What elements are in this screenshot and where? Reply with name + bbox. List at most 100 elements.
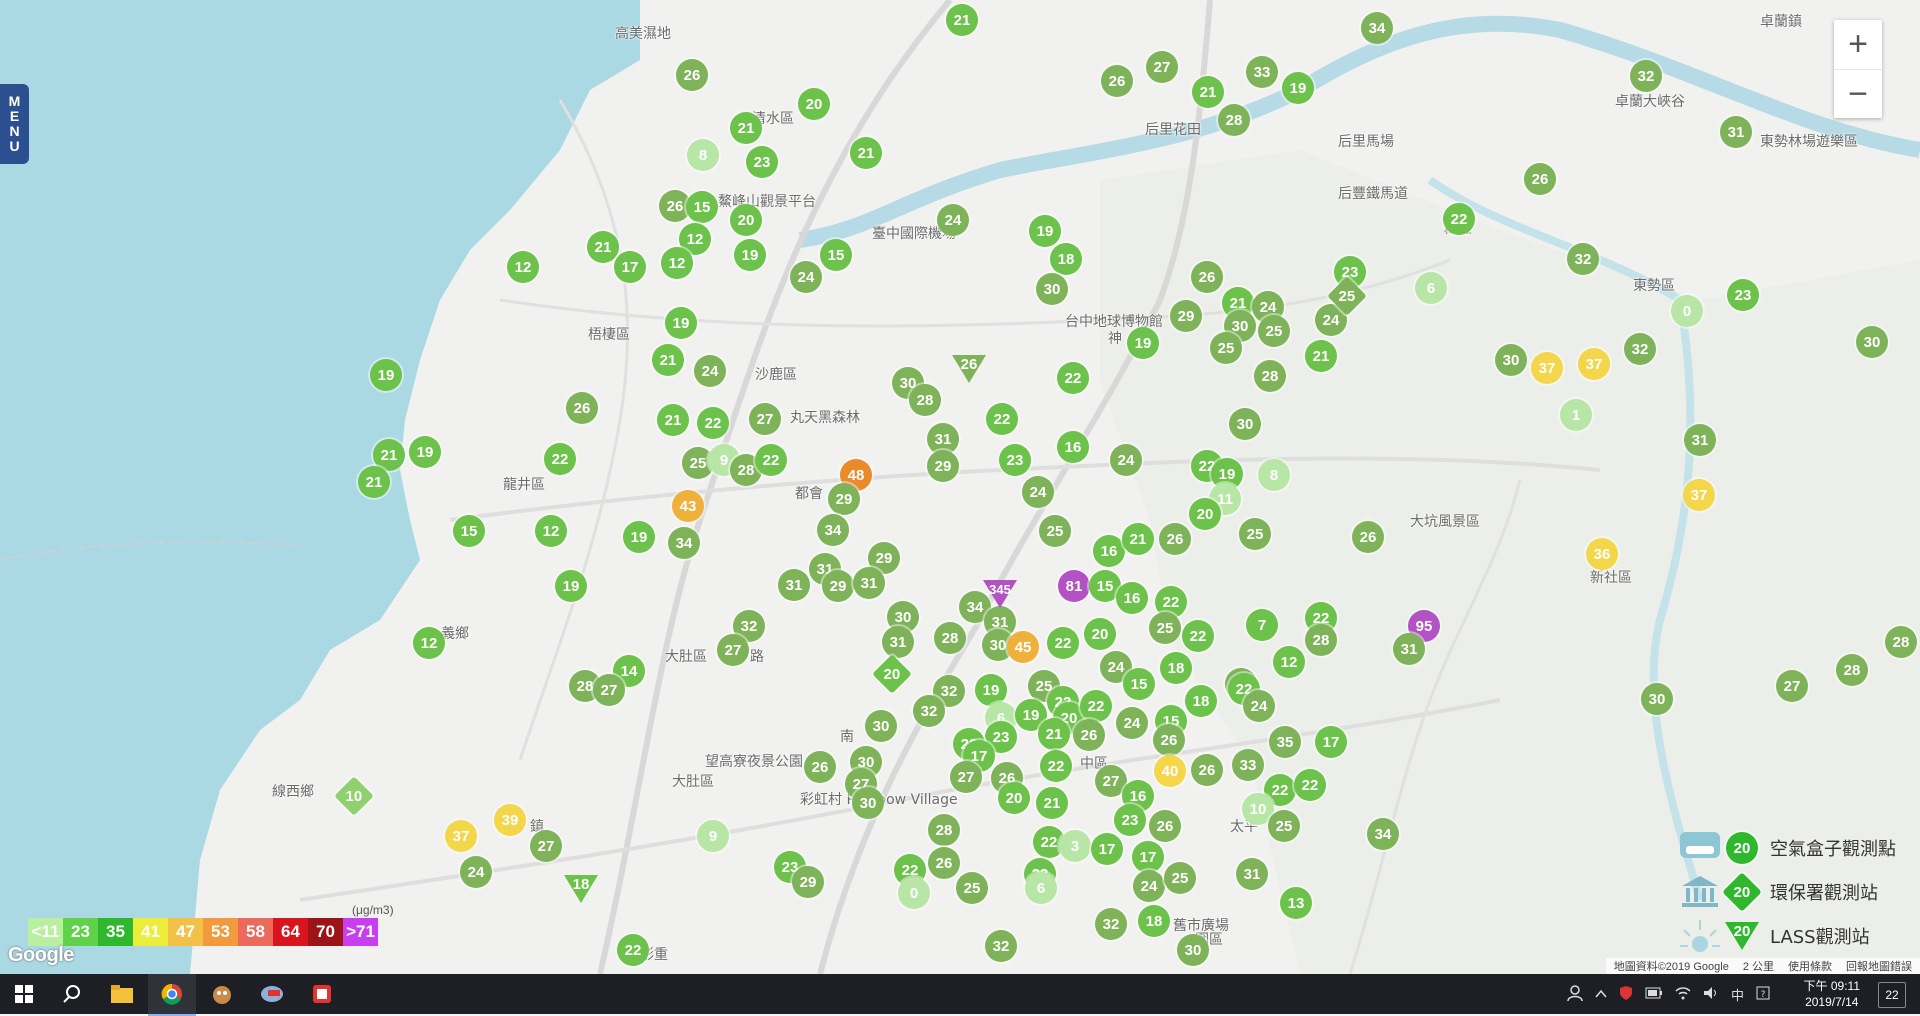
airbox-marker[interactable]: 31 — [1684, 424, 1716, 456]
airbox-marker[interactable]: 29 — [927, 450, 959, 482]
airbox-marker[interactable]: 26 — [804, 751, 836, 783]
airbox-marker[interactable]: 30 — [1641, 683, 1673, 715]
airbox-marker[interactable]: 31 — [778, 569, 810, 601]
airbox-marker[interactable]: 19 — [409, 436, 441, 468]
airbox-marker[interactable]: 32 — [1630, 60, 1662, 92]
airbox-marker[interactable]: 26 — [1149, 810, 1181, 842]
airbox-marker[interactable]: 22 — [1294, 769, 1326, 801]
user-icon[interactable] — [1567, 984, 1583, 1004]
airbox-marker[interactable]: 37 — [1578, 348, 1610, 380]
airbox-marker[interactable]: 24 — [694, 355, 726, 387]
airbox-marker[interactable]: 18 — [1185, 685, 1217, 717]
airbox-marker[interactable]: 30 — [1495, 344, 1527, 376]
airbox-marker[interactable]: 22 — [1080, 690, 1112, 722]
airbox-marker[interactable]: 20 — [798, 88, 830, 120]
airbox-marker[interactable]: 24 — [1022, 476, 1054, 508]
airbox-marker[interactable]: 81 — [1058, 570, 1090, 602]
airbox-marker[interactable]: 26 — [676, 59, 708, 91]
airbox-marker[interactable]: 34 — [668, 527, 700, 559]
airbox-marker[interactable]: 27 — [749, 403, 781, 435]
airbox-marker[interactable]: 21 — [850, 137, 882, 169]
airbox-marker[interactable]: 31 — [1236, 858, 1268, 890]
airbox-marker[interactable]: 25 — [1268, 810, 1300, 842]
airbox-marker[interactable]: 21 — [946, 4, 978, 36]
airbox-marker[interactable]: 33 — [1232, 749, 1264, 781]
airbox-marker[interactable]: 7 — [1246, 609, 1278, 641]
airbox-marker[interactable]: 37 — [1683, 479, 1715, 511]
report-error-link[interactable]: 回報地圖錯誤 — [1846, 958, 1912, 974]
airbox-marker[interactable]: 21 — [1192, 76, 1224, 108]
airbox-marker[interactable]: 12 — [535, 515, 567, 547]
airbox-marker[interactable]: 25 — [1039, 515, 1071, 547]
airbox-marker[interactable]: 0 — [1671, 295, 1703, 327]
airbox-marker[interactable]: 6 — [1415, 272, 1447, 304]
airbox-marker[interactable]: 19 — [734, 239, 766, 271]
airbox-marker[interactable]: 22 — [1047, 627, 1079, 659]
airbox-marker[interactable]: 25 — [1210, 332, 1242, 364]
airbox-marker[interactable]: 30 — [865, 710, 897, 742]
airbox-marker[interactable]: 29 — [792, 866, 824, 898]
airbox-marker[interactable]: 36 — [1586, 538, 1618, 570]
terms-link[interactable]: 使用條款 — [1788, 958, 1832, 974]
airbox-marker[interactable]: 26 — [1524, 163, 1556, 195]
airbox-marker[interactable]: 17 — [1315, 726, 1347, 758]
app-icon[interactable] — [248, 974, 296, 1014]
airbox-marker[interactable]: 6 — [1025, 872, 1057, 904]
airbox-marker[interactable]: 3 — [1059, 830, 1091, 862]
airbox-marker[interactable]: 25 — [956, 872, 988, 904]
airbox-marker[interactable]: 19 — [1029, 215, 1061, 247]
airbox-marker[interactable]: 21 — [1305, 340, 1337, 372]
airbox-marker[interactable]: 32 — [1624, 333, 1656, 365]
airbox-marker[interactable]: 27 — [717, 634, 749, 666]
airbox-marker[interactable]: 27 — [593, 674, 625, 706]
airbox-marker[interactable]: 16 — [1116, 582, 1148, 614]
airbox-marker[interactable]: 22 — [617, 934, 649, 966]
airbox-marker[interactable]: 21 — [1036, 787, 1068, 819]
airbox-marker[interactable]: 31 — [882, 626, 914, 658]
airbox-marker[interactable]: 24 — [1133, 870, 1165, 902]
airbox-marker[interactable]: 31 — [853, 567, 885, 599]
airbox-marker[interactable]: 32 — [985, 930, 1017, 962]
airbox-marker[interactable]: 21 — [587, 231, 619, 263]
airbox-marker[interactable]: 45 — [1007, 631, 1039, 663]
airbox-marker[interactable]: 28 — [928, 814, 960, 846]
airbox-marker[interactable]: 37 — [445, 820, 477, 852]
airbox-marker[interactable]: 20 — [1189, 498, 1221, 530]
airbox-marker[interactable]: 15 — [686, 191, 718, 223]
ime-mode-icon[interactable]: ? — [1756, 986, 1770, 1003]
airbox-marker[interactable]: 21 — [652, 344, 684, 376]
airbox-marker[interactable]: 31 — [1720, 116, 1752, 148]
airbox-marker[interactable]: 24 — [1110, 444, 1142, 476]
airbox-marker[interactable]: 24 — [937, 204, 969, 236]
airbox-marker[interactable]: 23 — [999, 444, 1031, 476]
airbox-marker[interactable]: 21 — [730, 112, 762, 144]
airbox-marker[interactable]: 19 — [1282, 72, 1314, 104]
airbox-marker[interactable]: 26 — [928, 847, 960, 879]
airbox-marker[interactable]: 30 — [1036, 273, 1068, 305]
airbox-marker[interactable]: 28 — [1305, 624, 1337, 656]
airbox-marker[interactable]: 16 — [1093, 535, 1125, 567]
security-icon[interactable] — [1619, 985, 1633, 1004]
airbox-marker[interactable]: 20 — [998, 782, 1030, 814]
airbox-marker[interactable]: 28 — [1218, 104, 1250, 136]
airbox-marker[interactable]: 30 — [1229, 408, 1261, 440]
airbox-marker[interactable]: 26 — [1073, 719, 1105, 751]
airbox-marker[interactable]: 34 — [817, 514, 849, 546]
airbox-marker[interactable]: 0 — [898, 877, 930, 909]
chrome-icon[interactable] — [148, 974, 196, 1016]
airbox-marker[interactable]: 21 — [358, 466, 390, 498]
airbox-marker[interactable]: 21 — [657, 404, 689, 436]
airbox-marker[interactable]: 43 — [672, 490, 704, 522]
airbox-marker[interactable]: 1 — [1560, 399, 1592, 431]
airbox-marker[interactable]: 32 — [1095, 908, 1127, 940]
airbox-marker[interactable]: 27 — [950, 761, 982, 793]
menu-tab[interactable]: M E N U — [0, 84, 29, 164]
airbox-marker[interactable]: 22 — [1057, 362, 1089, 394]
airbox-marker[interactable]: 28 — [1885, 626, 1917, 658]
file-explorer-icon[interactable] — [98, 974, 146, 1014]
airbox-marker[interactable]: 22 — [1182, 620, 1214, 652]
airbox-marker[interactable]: 24 — [790, 261, 822, 293]
airbox-marker[interactable]: 30 — [852, 787, 884, 819]
airbox-marker[interactable]: 30 — [1856, 326, 1888, 358]
airbox-marker[interactable]: 22 — [1040, 750, 1072, 782]
